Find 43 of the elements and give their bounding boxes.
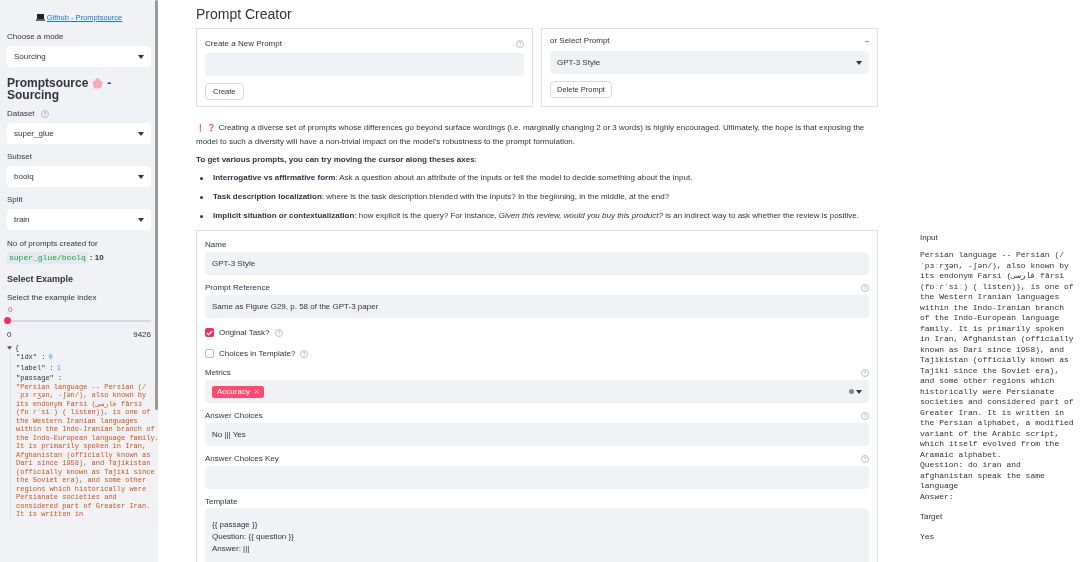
select-label: Dataset bbox=[7, 108, 35, 121]
select-label: Split bbox=[7, 194, 23, 207]
field-label: or Select Prompt bbox=[550, 35, 610, 47]
input-text: Persian language -- Persian (/ˈpɜːrʒən, -ʃən/), also known by its endonym Farsi (فارسی fārsi (fɒːɾˈsiː) ( listen)), is one of the Western Iranian languages within the Indo-Iranian branch of the Indo-European language family. It is primarily spoken in Iran, Afghanistan (officially known as Dari since 1958), and Tajikistan (officially known as Tajiki since the Soviet era), and some other regions which historically were Persianate societies and considered part of Greater Iran. It is written in the Persian alphabet, a modified variant of the Arabic script, which itself evolved from the Aramaic alphabet. Question: do iran and afghanistan speak the same language Answer: bbox=[920, 250, 1075, 502]
checkbox-label: Original Task? bbox=[219, 326, 270, 339]
field-label: Metrics bbox=[205, 368, 231, 377]
checkbox-label: Choices in Template? bbox=[219, 347, 296, 360]
page-title: Prompt Creator bbox=[196, 6, 293, 22]
axis-item: Task description localization: where is the task description blended with the inputs? In the beginning, in the middle, at the end? bbox=[213, 191, 670, 203]
field-label: Prompt Reference bbox=[205, 283, 270, 292]
prompt-count: : 10 bbox=[89, 252, 104, 265]
slider-max: 9426 bbox=[133, 328, 151, 341]
prompt-dropdown[interactable]: GPT-3 Style bbox=[550, 51, 869, 74]
field-label: Template bbox=[205, 497, 238, 506]
text-field[interactable]: Same as Figure G29, p. 58 of the GPT-3 paper bbox=[205, 295, 869, 318]
select-label: Choose a mode bbox=[7, 31, 64, 44]
target-heading: Target bbox=[920, 511, 944, 523]
input-heading: Input bbox=[920, 232, 939, 244]
field-label: Name bbox=[205, 240, 227, 249]
dropdown[interactable]: train bbox=[7, 209, 151, 231]
target-text: Yes bbox=[920, 531, 936, 543]
text-field[interactable]: No ||| Yes bbox=[205, 423, 869, 446]
field-label: Create a New Prompt bbox=[205, 38, 282, 50]
slider-label: Select the example index bbox=[7, 291, 98, 304]
dropdown[interactable]: Sourcing bbox=[7, 46, 151, 68]
text-area[interactable]: {{ passage }} Question: {{ question }} Answer: ||| bbox=[205, 508, 869, 562]
axes-heading: To get various prompts, you can try moving the cursor along theses axes: bbox=[196, 154, 478, 166]
dataset-code: super_glue/boolq bbox=[7, 252, 88, 265]
section-heading: Select Example bbox=[7, 273, 75, 287]
sidebar-subtitle: Sourcing bbox=[7, 88, 59, 103]
slider-min: 0 bbox=[7, 328, 12, 341]
prompt-count-label: No of prompts created for bbox=[7, 238, 99, 251]
axis-item: Interrogative vs affirmative form: Ask a question about an attribute of the inputs or tell the model to decide something about the input. bbox=[213, 172, 693, 184]
dropdown[interactable]: super_glue bbox=[7, 123, 151, 145]
select-label: Subset bbox=[7, 151, 32, 164]
sidebar-title-suffix: - bbox=[107, 77, 112, 90]
sidebar-title: Promptsource bbox=[7, 77, 89, 90]
axis-item: Implicit situation or contextualization: how explicit is the query? For instance, Given this review, would you buy this product? is an indirect way to ask whether the review is positive. bbox=[213, 210, 860, 222]
dropdown[interactable]: boolq bbox=[7, 166, 151, 188]
field-label: Answer Choices bbox=[205, 411, 263, 420]
field-label: Answer Choices Key bbox=[205, 454, 279, 463]
slider-value: 0 bbox=[8, 304, 13, 314]
text-field[interactable]: GPT-3 Style bbox=[205, 252, 869, 275]
